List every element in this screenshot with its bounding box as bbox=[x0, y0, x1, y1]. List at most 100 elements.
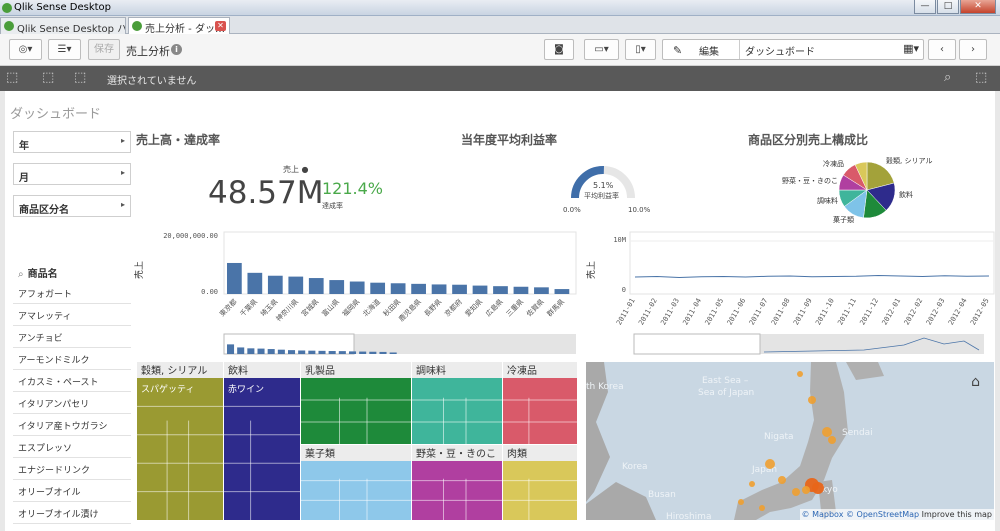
maximize-icon[interactable]: □ bbox=[937, 0, 959, 14]
search-icon[interactable]: ⌕ bbox=[944, 70, 951, 85]
scrollbar-thumb[interactable] bbox=[633, 333, 761, 355]
treemap-cell[interactable] bbox=[224, 378, 300, 520]
bar[interactable] bbox=[513, 286, 529, 294]
minimize-icon[interactable]: — bbox=[914, 0, 936, 14]
tab-close-icon[interactable]: ✕ bbox=[215, 21, 226, 31]
y-tick-label: 0 bbox=[622, 286, 626, 294]
bar[interactable] bbox=[267, 275, 283, 294]
x-tick-label: 2011-05 bbox=[704, 297, 726, 327]
x-tick-label: 2011-12 bbox=[858, 297, 880, 327]
treemap-cell[interactable] bbox=[503, 378, 577, 444]
bar[interactable] bbox=[431, 284, 447, 294]
mini-bar bbox=[267, 349, 275, 354]
bar[interactable] bbox=[534, 287, 549, 294]
chevron-left-icon: ‹ bbox=[940, 44, 944, 55]
bookmark-button[interactable]: ▯▾ bbox=[625, 39, 656, 60]
mini-bar bbox=[338, 351, 346, 354]
tab-hub[interactable]: Qlik Sense Desktop ハブ bbox=[0, 17, 126, 34]
map-points bbox=[738, 371, 836, 511]
clear-all-icon[interactable]: ⬚ bbox=[74, 70, 86, 85]
global-menu-button[interactable]: ☰▾ bbox=[48, 39, 81, 60]
map-chart[interactable]: East Sea – Sea of Japan th Korea Nigata … bbox=[586, 362, 994, 520]
x-tick-label: 2011-02 bbox=[637, 297, 659, 327]
list-item[interactable]: アンチョビ bbox=[13, 326, 131, 348]
listbox-title[interactable]: ⌕ 商品名 bbox=[18, 265, 58, 280]
list-item[interactable]: エスプレッソ bbox=[13, 436, 131, 458]
close-icon[interactable]: ✕ bbox=[960, 0, 996, 14]
filter-year[interactable]: 年 ▸ bbox=[13, 131, 131, 153]
treemap-cell[interactable] bbox=[412, 461, 502, 520]
x-tick-label: 三重県 bbox=[505, 298, 526, 319]
product-listbox: アフォガート アマレッティ アンチョビ アーモンドミルク イカスミ・ペースト イタリアンパ… bbox=[13, 282, 131, 524]
treemap-label: 乳製品 bbox=[305, 364, 335, 377]
bar[interactable] bbox=[370, 282, 386, 294]
list-item[interactable]: イカスミ・ペースト bbox=[13, 370, 131, 392]
treemap-cell[interactable] bbox=[301, 378, 411, 444]
list-item[interactable]: アーモンドミルク bbox=[13, 348, 131, 370]
presentation-button[interactable]: ▭▾ bbox=[584, 39, 619, 60]
list-item[interactable]: オリーブオイル漬け bbox=[13, 502, 131, 524]
pie-chart[interactable]: 穀類, シリアル飲料 冷凍品野菜・豆・きのこ調味料菓子類 bbox=[770, 150, 970, 230]
mini-bar bbox=[287, 350, 296, 354]
bar[interactable] bbox=[472, 285, 488, 294]
tab-label: 売上分析 - ダッ… bbox=[145, 24, 225, 34]
bar[interactable] bbox=[390, 283, 406, 294]
save-button[interactable]: 保存 bbox=[88, 39, 120, 60]
home-icon[interactable]: ⌂ bbox=[971, 374, 980, 390]
bar[interactable] bbox=[329, 280, 345, 294]
selections-tool-icon[interactable]: ⬚ bbox=[975, 70, 987, 85]
osm-link[interactable]: © OpenStreetMap bbox=[846, 510, 919, 519]
x-tick-label: 2011-04 bbox=[681, 297, 703, 327]
info-icon[interactable]: i bbox=[171, 44, 182, 55]
bar[interactable] bbox=[493, 286, 508, 294]
step-forward-icon[interactable]: ⬚ bbox=[42, 70, 54, 85]
list-item[interactable]: アフォガート bbox=[13, 282, 131, 304]
selection-status: 選択されていません bbox=[107, 76, 197, 87]
window-controls: — □ ✕ bbox=[914, 0, 996, 15]
x-tick-label: 京都府 bbox=[443, 297, 464, 318]
filter-category[interactable]: 商品区分名 ▸ bbox=[13, 195, 131, 217]
filter-month[interactable]: 月 ▸ bbox=[13, 163, 131, 185]
mapbox-link[interactable]: © Mapbox bbox=[802, 510, 844, 519]
snapshot-button[interactable]: ◙ bbox=[544, 39, 574, 60]
window-title: Qlik Sense Desktop bbox=[14, 2, 112, 13]
bar[interactable] bbox=[288, 276, 304, 294]
next-sheet-button[interactable]: › bbox=[959, 39, 987, 60]
sheet-layout-icon[interactable]: ▦▾ bbox=[903, 42, 919, 55]
treemap-cell[interactable] bbox=[412, 378, 502, 444]
tab-sales-analysis[interactable]: 売上分析 - ダッ… ✕ bbox=[128, 17, 230, 34]
mini-bar bbox=[318, 350, 326, 354]
bar[interactable] bbox=[452, 284, 467, 294]
treemap-cell[interactable] bbox=[503, 461, 577, 520]
bar[interactable] bbox=[411, 283, 426, 294]
improve-map-link[interactable]: Improve this map bbox=[922, 510, 992, 519]
treemap-cell[interactable] bbox=[301, 461, 411, 520]
x-tick-label: 2011-11 bbox=[836, 297, 858, 327]
bar[interactable] bbox=[554, 289, 570, 294]
list-item[interactable]: アマレッティ bbox=[13, 304, 131, 326]
x-tick-label: 群馬県 bbox=[545, 297, 566, 318]
edit-button[interactable]: 編集 bbox=[699, 43, 719, 58]
bar[interactable] bbox=[247, 272, 263, 294]
bar-chart[interactable]: 20,000,000.000.00売上東京都 千葉県 埼玉県神奈川県 宮城県 富山県 福岡… bbox=[134, 224, 580, 358]
navigation-menu-button[interactable]: ◎▾ bbox=[9, 39, 42, 60]
pencil-icon[interactable]: ✎ bbox=[673, 44, 682, 57]
gauge-title: 当年度平均利益率 bbox=[461, 133, 558, 147]
tab-bar: Qlik Sense Desktop ハブ 売上分析 - ダッ… ✕ bbox=[0, 16, 1000, 34]
bar[interactable] bbox=[308, 278, 324, 294]
list-item[interactable]: エナジードリンク bbox=[13, 458, 131, 480]
current-sheet-name[interactable]: ダッシュボード bbox=[745, 43, 815, 58]
list-icon: ☰▾ bbox=[57, 44, 72, 55]
bar[interactable] bbox=[349, 281, 365, 294]
list-item[interactable]: オリーブオイル bbox=[13, 480, 131, 502]
x-tick-label: 2011-07 bbox=[748, 297, 770, 327]
step-back-icon[interactable]: ⬚ bbox=[6, 70, 18, 85]
list-item[interactable]: イタリアンパセリ bbox=[13, 392, 131, 414]
treemap-chart[interactable]: 穀類, シリアルスパゲッティ 飲料赤ワイン 乳製品 調味料 冷凍品菓子類 野菜・豆・きのこ… bbox=[137, 362, 577, 520]
previous-sheet-button[interactable]: ‹ bbox=[928, 39, 956, 60]
line-chart[interactable]: 10M0売上2011-01 2011-02 2011-03 2011-04 2011-0… bbox=[584, 224, 996, 358]
list-item[interactable]: イタリア産トウガラシ bbox=[13, 414, 131, 436]
bar[interactable] bbox=[227, 262, 242, 294]
treemap-cell[interactable] bbox=[137, 378, 223, 520]
kpi-second-value: 121.4% bbox=[322, 179, 384, 198]
